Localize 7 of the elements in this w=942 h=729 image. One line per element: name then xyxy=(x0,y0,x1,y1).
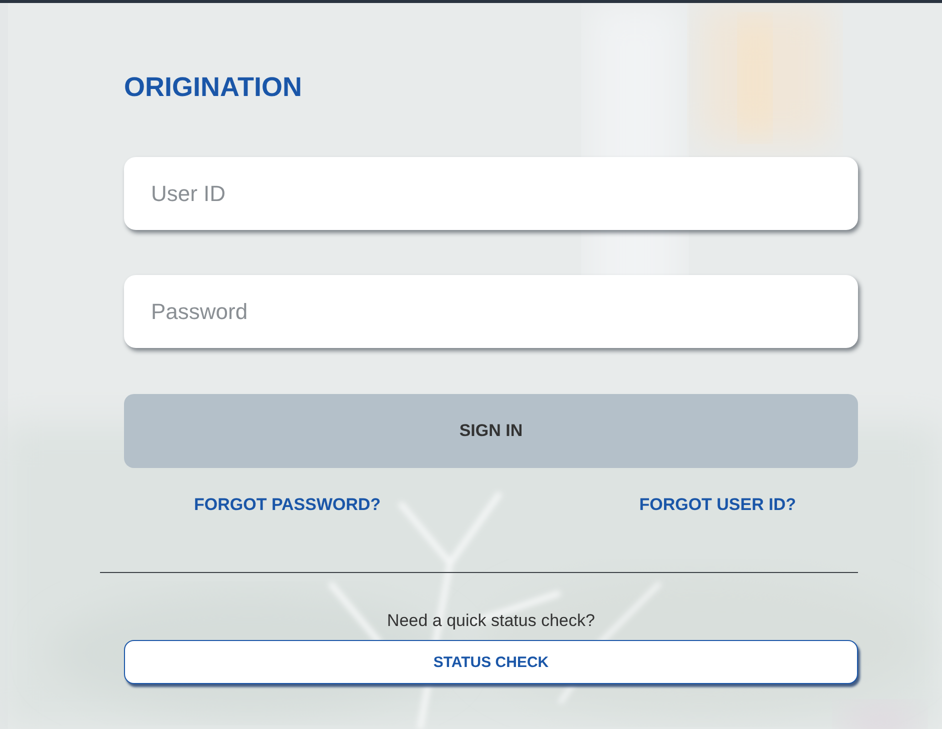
status-check-button[interactable]: STATUS CHECK xyxy=(124,640,858,684)
status-prompt: Need a quick status check? xyxy=(387,610,595,632)
page-title: ORIGINATION xyxy=(124,71,302,104)
forgot-link[interactable]: FORGOT USER ID? xyxy=(639,495,796,515)
input-field[interactable]: User ID xyxy=(124,157,858,230)
forgot-link[interactable]: FORGOT PASSWORD? xyxy=(194,495,381,515)
input-field[interactable]: Password xyxy=(124,275,858,348)
